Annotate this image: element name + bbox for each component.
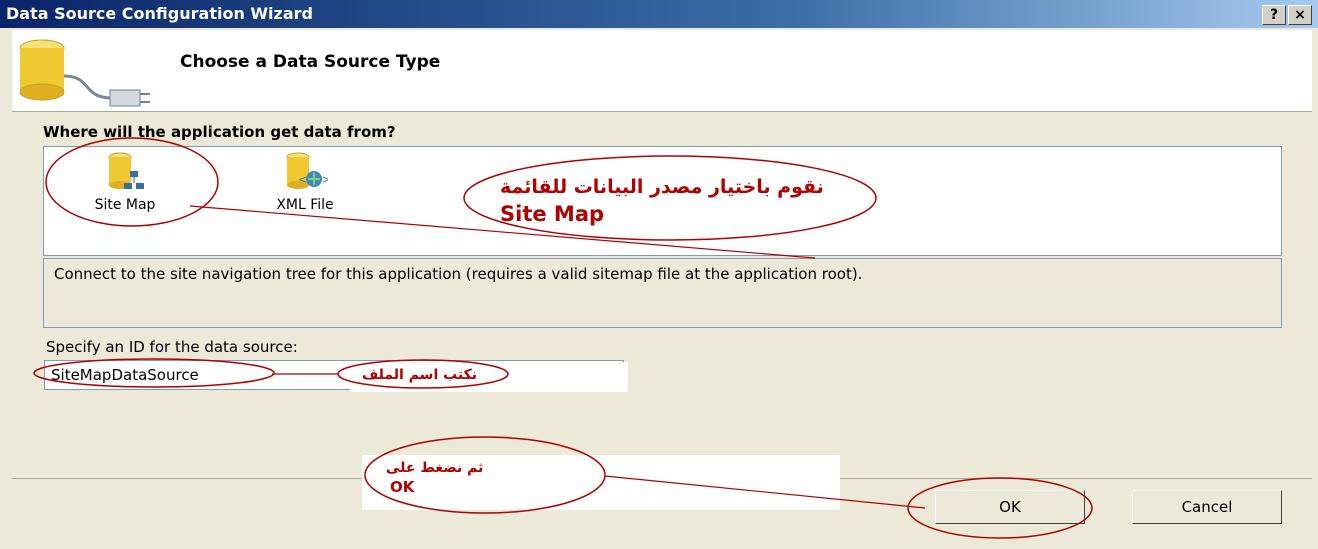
ok-button[interactable]: OK [935,490,1085,524]
data-source-type-list: Site Map < > XML File [43,146,1282,256]
database-plug-icon [19,39,150,107]
annotation-ok-label: OK [390,478,415,496]
wizard-window: Data Source Configuration Wizard ? × Cho… [0,0,1318,549]
annotation-name-text: نكتب اسم الملف [362,367,478,383]
list-item-label: Site Map [94,197,156,213]
site-map-icon [108,152,144,189]
cancel-button[interactable]: Cancel [1132,490,1282,524]
list-item-site-map[interactable]: Site Map [70,151,180,215]
id-field-label: Specify an ID for the data source: [46,338,298,356]
list-item-xml-file[interactable]: < > XML File [250,151,360,215]
annotation-choose-text: نقوم باختيار مصدر البيانات للقائمة [500,176,824,198]
svg-text:>: > [322,173,328,186]
close-button[interactable]: × [1288,5,1312,25]
window-title: Data Source Configuration Wizard [6,4,313,23]
help-button[interactable]: ? [1262,5,1286,25]
svg-text:<: < [298,173,307,186]
source-description: Connect to the site navigation tree for … [43,258,1282,328]
page-title: Choose a Data Source Type [180,52,441,72]
list-item-label: XML File [276,197,334,213]
source-list-label: Where will the application get data from… [43,123,396,141]
annotation-ok-text: ثم نضغط على [386,460,484,476]
annotation-choose-label: Site Map [500,202,605,226]
title-bar: Data Source Configuration Wizard ? × [0,0,1318,28]
xml-file-icon: < > [286,152,328,189]
wizard-header: Choose a Data Source Type [12,30,1312,112]
